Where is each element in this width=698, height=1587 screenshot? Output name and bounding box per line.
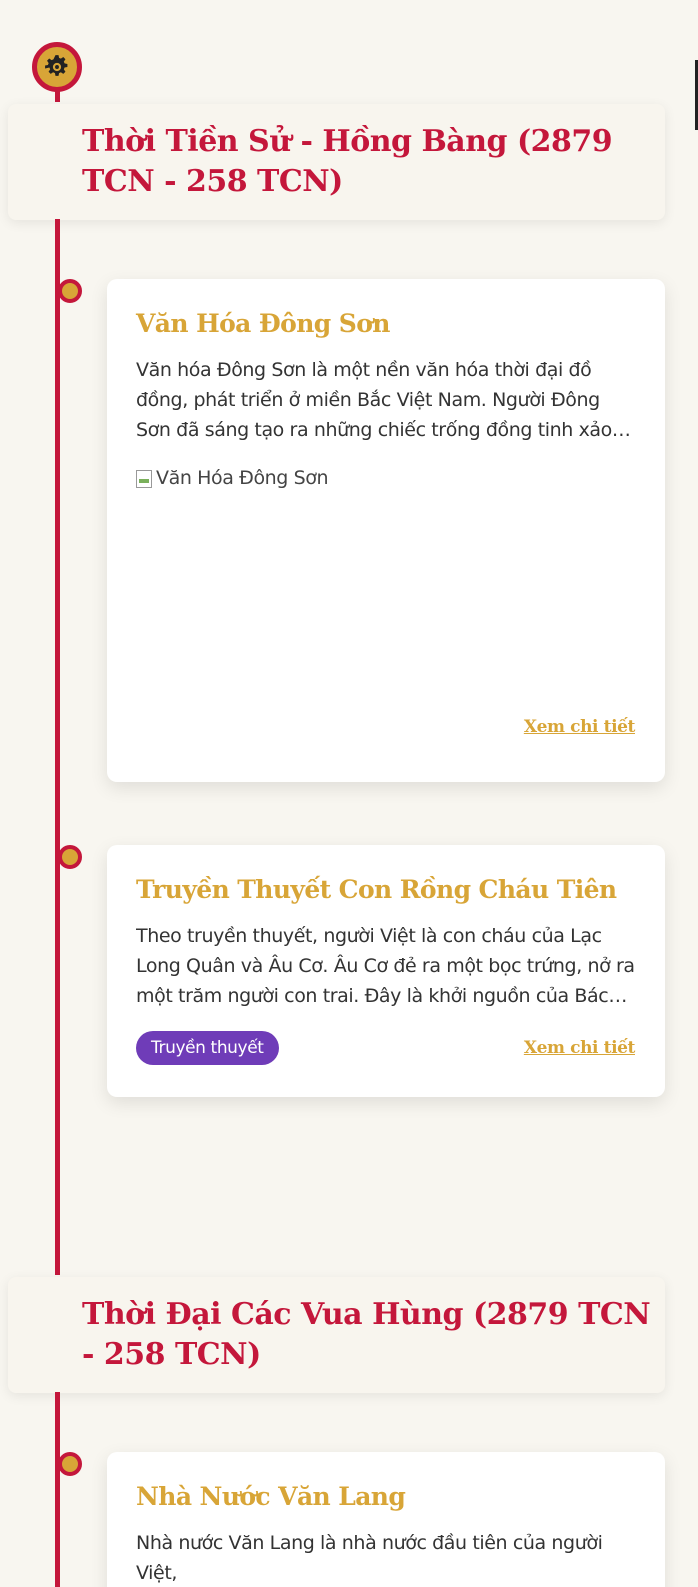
event-description: Theo truyền thuyết, người Việt là con ch…	[136, 925, 635, 1007]
period-header: Thời Đại Các Vua Hùng (2879 TCN - 258 TC…	[8, 1277, 665, 1393]
timeline-page: Thời Tiền Sử - Hồng Bàng (2879 TCN - 258…	[0, 0, 698, 1587]
toggle-stem	[55, 90, 60, 102]
event-card: Văn Hóa Đông Sơn Văn hóa Đông Sơn là một…	[107, 279, 665, 782]
timeline-dot	[58, 279, 82, 303]
period-title: Thời Đại Các Vua Hùng (2879 TCN - 258 TC…	[82, 1297, 651, 1372]
event-card: Nhà Nước Văn Lang Nhà nước Văn Lang là n…	[107, 1452, 665, 1587]
event-image: Văn Hóa Đông Sơn	[136, 467, 635, 717]
timeline-dot	[58, 845, 82, 869]
card-footer: Truyền thuyết Xem chi tiết	[136, 1031, 635, 1065]
event-card: Truyền Thuyết Con Rồng Cháu Tiên Theo tr…	[107, 845, 665, 1097]
gear-icon	[45, 55, 68, 76]
period-header: Thời Tiền Sử - Hồng Bàng (2879 TCN - 258…	[8, 104, 665, 220]
view-detail-link[interactable]: Xem chi tiết	[524, 717, 636, 737]
broken-image-icon	[136, 470, 152, 488]
theme-toggle-button[interactable]	[32, 42, 82, 92]
event-description: Văn hóa Đông Sơn là một nền văn hóa thời…	[136, 359, 612, 441]
timeline-line	[55, 219, 60, 1275]
event-title: Văn Hóa Đông Sơn	[136, 309, 390, 338]
card-footer: Xem chi tiết	[136, 717, 636, 737]
timeline-dot	[58, 1452, 82, 1476]
period-title: Thời Tiền Sử - Hồng Bàng (2879 TCN - 258…	[82, 124, 613, 199]
event-title: Nhà Nước Văn Lang	[136, 1482, 406, 1511]
event-description: Nhà nước Văn Lang là nhà nước đầu tiên c…	[136, 1532, 603, 1584]
timeline-line	[55, 1392, 60, 1587]
category-tag[interactable]: Truyền thuyết	[136, 1031, 279, 1065]
view-detail-link[interactable]: Xem chi tiết	[524, 1038, 636, 1058]
event-title: Truyền Thuyết Con Rồng Cháu Tiên	[136, 875, 617, 904]
image-alt-text: Văn Hóa Đông Sơn	[156, 467, 329, 489]
